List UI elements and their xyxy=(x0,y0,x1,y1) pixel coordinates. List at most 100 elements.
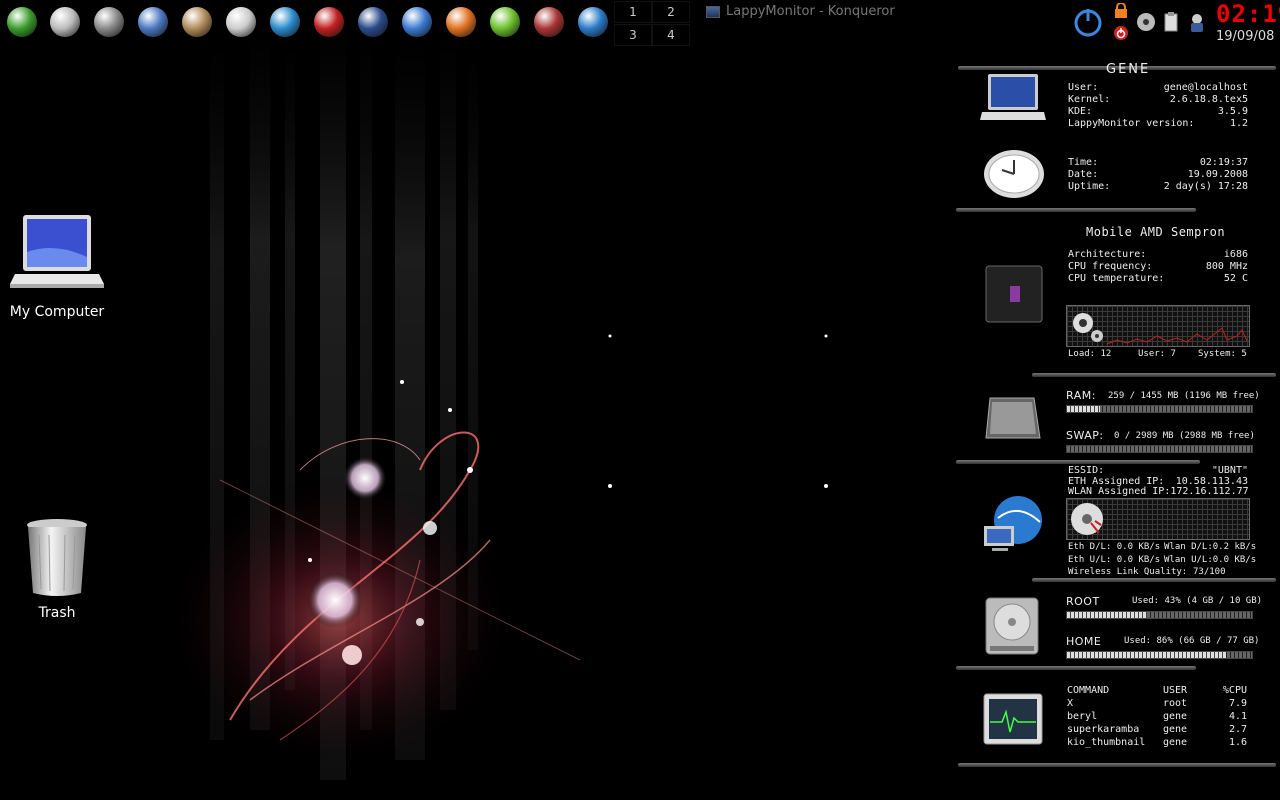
web-browser-icon xyxy=(446,7,476,37)
logout-icon xyxy=(1114,26,1128,40)
updater-tray[interactable] xyxy=(1186,11,1208,35)
desktop-4-button[interactable]: 4 xyxy=(652,24,690,46)
game-icon xyxy=(534,7,564,37)
process-cell: 2.7 xyxy=(1228,724,1247,735)
panel-date: 19/09/08 xyxy=(1216,29,1275,44)
network-traffic-graph xyxy=(1066,498,1250,540)
launcher-media-player[interactable] xyxy=(312,5,346,39)
taskbar-window-title: LappyMonitor - Konqueror xyxy=(726,4,895,19)
launcher-chat[interactable] xyxy=(488,5,522,39)
info-row: Date: 19.09.2008 xyxy=(1068,169,1248,180)
launcher-system-settings[interactable] xyxy=(136,5,170,39)
taskbar-button-konqueror[interactable]: LappyMonitor - Konqueror xyxy=(706,4,895,19)
launcher-image-viewer[interactable] xyxy=(92,5,126,39)
launcher-web-browser[interactable] xyxy=(444,5,478,39)
cpu-load-label: Load: 12 xyxy=(1068,349,1112,359)
info-value: 2 day(s) 17:28 xyxy=(1163,181,1248,192)
process-row: superkaramba gene 2.7 xyxy=(1067,724,1247,737)
lappy-monitor-widget: GENE User: gene@localhost Kernel: 2.6.18.8.… xyxy=(952,60,1280,780)
launcher-kde-menu[interactable] xyxy=(5,5,39,39)
process-cell: 1.6 xyxy=(1228,737,1247,748)
process-header-cell: COMMAND xyxy=(1067,685,1110,696)
robot-icon xyxy=(1191,14,1203,32)
monitor-bottom-bar xyxy=(958,763,1276,767)
lock-icon xyxy=(1115,3,1127,18)
desktop-1-button[interactable]: 1 xyxy=(614,1,652,23)
chat-icon xyxy=(490,7,520,37)
clipboard-icon xyxy=(1164,12,1178,32)
info-value: 1.2 xyxy=(1229,118,1248,129)
process-cell: gene xyxy=(1163,724,1188,735)
root-meter xyxy=(1066,611,1253,619)
info-row: ESSID: "UBNT" xyxy=(1068,465,1248,476)
cpu-model: Mobile AMD Sempron xyxy=(1086,225,1226,239)
process-cell: 4.1 xyxy=(1228,711,1247,722)
wlan-download: Wlan D/L:0.2 kB/s xyxy=(1164,542,1257,552)
process-cell: X xyxy=(1067,698,1074,709)
wlan-upload: Wlan U/L:0.0 KB/s xyxy=(1164,555,1257,565)
info-row: CPU frequency: 800 MHz xyxy=(1068,261,1248,272)
info-label: ETH Assigned IP: xyxy=(1068,475,1165,487)
hard-disk-icon xyxy=(982,596,1042,658)
process-header-cell: %CPU xyxy=(1222,685,1247,696)
launcher-game[interactable] xyxy=(532,5,566,39)
home-folder-icon xyxy=(182,7,212,37)
root-meter-fill xyxy=(1067,612,1147,618)
trash-icon xyxy=(27,519,87,596)
home-meter xyxy=(1066,651,1253,659)
system-monitor-icon xyxy=(578,7,608,37)
clock-icon xyxy=(982,148,1046,200)
swap-usage: 0 / 2989 MB (2988 MB free) xyxy=(1114,431,1255,441)
info-label: Uptime: xyxy=(1068,181,1111,192)
info-value: 800 MHz xyxy=(1205,261,1248,272)
desktop-3-button[interactable]: 3 xyxy=(614,24,652,46)
memory-chip-icon xyxy=(982,394,1044,446)
info-value: 52 C xyxy=(1223,273,1248,284)
info-label: KDE: xyxy=(1068,106,1093,117)
ram-usage: 259 / 1455 MB (1196 MB free) xyxy=(1108,391,1260,401)
root-label: ROOT xyxy=(1066,595,1100,608)
link-quality-value: 73/100 xyxy=(1193,567,1226,577)
panel-clock[interactable]: 02:19 xyxy=(1216,0,1280,28)
swap-label: SWAP: xyxy=(1066,429,1104,442)
info-value: 19.09.2008 xyxy=(1187,169,1248,180)
launcher-network-settings[interactable] xyxy=(224,5,258,39)
info-value: 172.16.112.77 xyxy=(1170,486,1249,497)
launcher-home-folder[interactable] xyxy=(180,5,214,39)
tools-icon xyxy=(270,7,300,37)
kde-menu-icon xyxy=(7,7,37,37)
desktop-icon-trash[interactable]: Trash xyxy=(12,517,102,621)
separator xyxy=(956,208,1196,212)
cd-drive-tray[interactable] xyxy=(1136,12,1156,32)
root-usage: Used: 43% (4 GB / 10 GB) xyxy=(1132,596,1263,606)
info-row: User: gene@localhost xyxy=(1068,82,1248,93)
process-cell: 7.9 xyxy=(1228,698,1247,709)
launcher-text-editor[interactable] xyxy=(48,5,82,39)
cpu-load-graph xyxy=(1066,305,1250,347)
gears-icon xyxy=(1073,313,1103,342)
launcher-tools[interactable] xyxy=(268,5,302,39)
info-label: CPU frequency: xyxy=(1068,261,1153,272)
info-row: Uptime: 2 day(s) 17:28 xyxy=(1068,181,1248,192)
konqueror-icon xyxy=(706,5,720,18)
power-button[interactable] xyxy=(1072,6,1104,38)
swap-meter xyxy=(1066,445,1253,453)
separator xyxy=(956,460,1200,464)
clipboard-tray[interactable] xyxy=(1163,11,1179,33)
network-globe-icon xyxy=(980,492,1046,558)
process-cell: gene xyxy=(1163,711,1188,722)
info-row: KDE: 3.5.9 xyxy=(1068,106,1248,117)
launcher-mail-client[interactable] xyxy=(400,5,434,39)
cpu-system-label: System: 5 xyxy=(1198,349,1247,359)
desktop-2-button[interactable]: 2 xyxy=(652,1,690,23)
system-settings-icon xyxy=(138,7,168,37)
desktop-icon-my-computer[interactable]: My Computer xyxy=(6,212,108,320)
ram-meter xyxy=(1066,405,1253,413)
logout-button[interactable] xyxy=(1113,25,1129,41)
home-label: HOME xyxy=(1066,635,1102,648)
home-meter-fill xyxy=(1067,652,1227,658)
launcher-system-monitor[interactable] xyxy=(576,5,610,39)
launcher-wolf[interactable] xyxy=(356,5,390,39)
lock-screen-button[interactable] xyxy=(1113,3,1129,19)
separator xyxy=(1032,373,1276,377)
